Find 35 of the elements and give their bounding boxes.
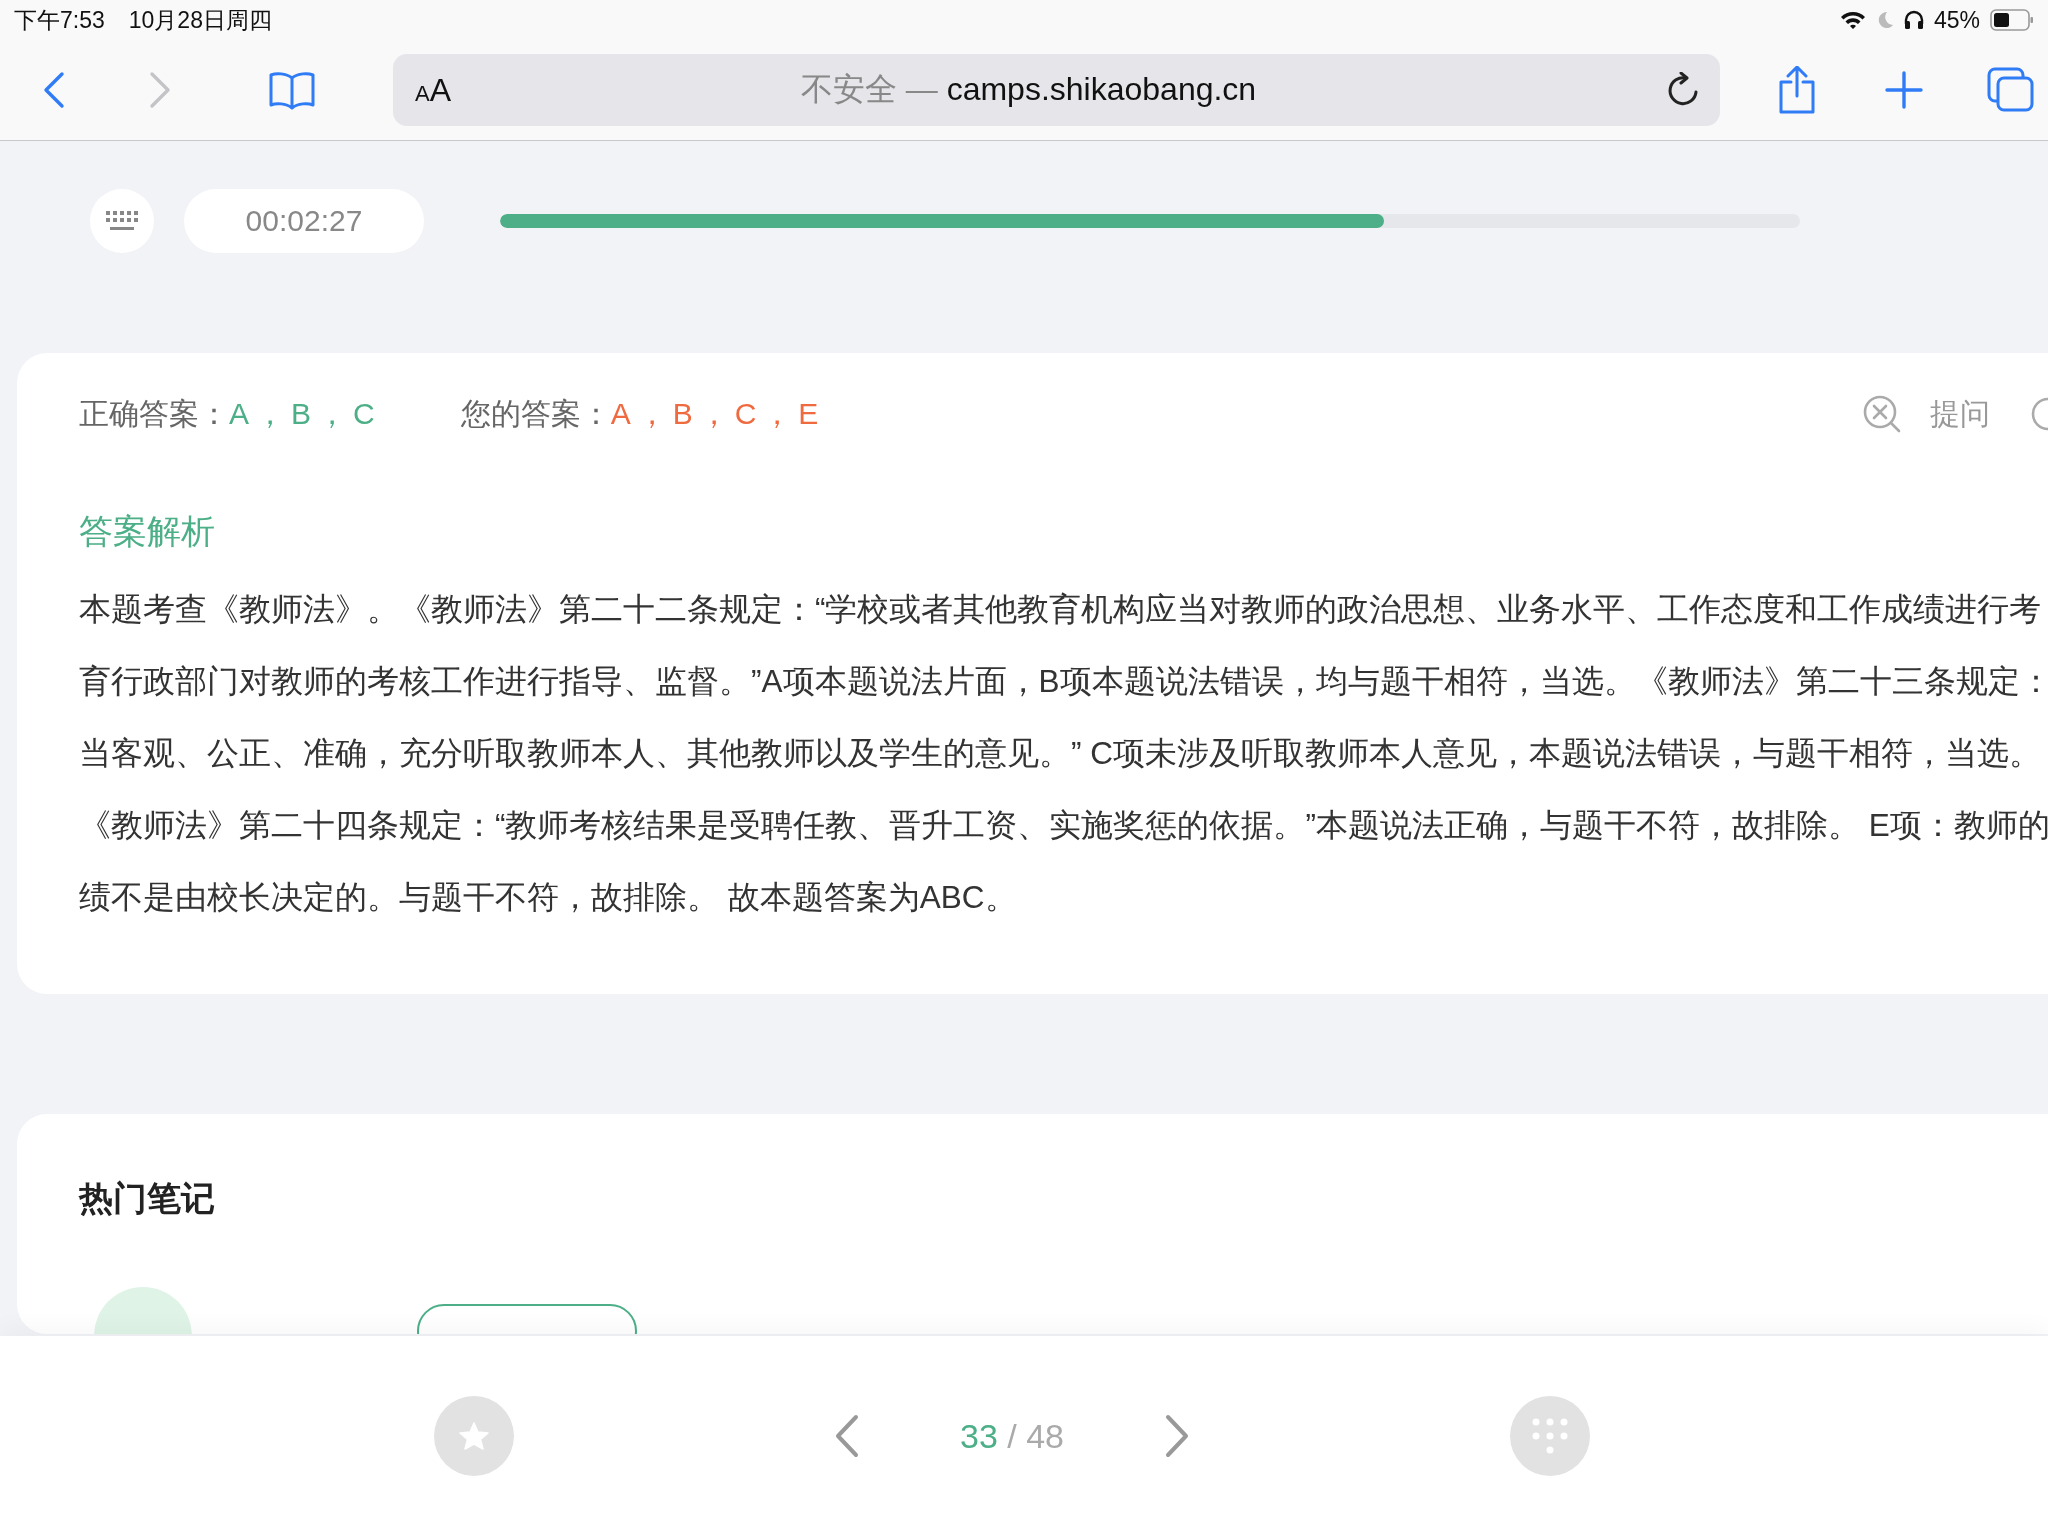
star-icon bbox=[459, 1421, 489, 1451]
share-button[interactable] bbox=[1777, 66, 1817, 114]
explanation-text: 当客观、公正、准确，充分听取教师本人、其他教师以及学生的意见。” C项未涉及听取教师本人意见，本题说法错误，与题干相符，当选。 bbox=[79, 734, 2042, 773]
explanation-text: 本题考查《教师法》。《教师法》第二十二条规定：“学校或者其他教育机构应当对教师的政治思想、业务水平、工作态度和工作成绩进行考 bbox=[79, 590, 2043, 629]
battery-percent: 45% bbox=[1933, 6, 1980, 34]
keyboard-icon bbox=[105, 210, 139, 232]
address-bar[interactable]: AA 不安全 — camps.shikaobang.cn bbox=[393, 54, 1720, 126]
tabs-button[interactable] bbox=[1987, 67, 2035, 113]
explanation-title: 答案解析 bbox=[79, 511, 216, 552]
previous-button[interactable] bbox=[834, 1414, 860, 1458]
page-counter: 33 / 48 bbox=[959, 1416, 1065, 1456]
correct-answer-label: 正确答案： bbox=[79, 395, 229, 432]
battery-icon bbox=[1990, 9, 2034, 31]
your-answer-label: 您的答案： bbox=[460, 395, 611, 432]
your-answer: A，B，C，E bbox=[610, 395, 825, 432]
text-size-button[interactable]: AA bbox=[413, 71, 452, 109]
url-text: 不安全 — camps.shikaobang.cn bbox=[800, 70, 1258, 109]
correct-answer: A，B，C bbox=[229, 395, 381, 432]
next-button[interactable] bbox=[1164, 1414, 1190, 1458]
dots-grid-icon bbox=[1532, 1418, 1568, 1454]
notes-title: 热门笔记 bbox=[79, 1178, 216, 1219]
wifi-icon bbox=[1839, 10, 1866, 30]
reload-icon[interactable] bbox=[1666, 72, 1700, 108]
status-date: 10月28日周四 bbox=[128, 5, 272, 35]
headphones-icon bbox=[1903, 10, 1924, 30]
forward-button[interactable] bbox=[148, 70, 172, 110]
timer: 00:02:27 bbox=[184, 189, 424, 253]
new-tab-button[interactable] bbox=[1885, 71, 1923, 109]
back-button[interactable] bbox=[42, 70, 66, 110]
bookmarks-button[interactable] bbox=[268, 70, 316, 110]
explanation-text: 《教师法》第二十四条规定：“教师考核结果是受聘任教、晋升工资、实施奖惩的依据。”本题说法正确，与题干不符，故排除。 E项：教师的 bbox=[79, 806, 2048, 845]
explanation-text: 育行政部门对教师的考核工作进行指导、监督。”A项本题说法片面，B项本题说法错误，均与题干相符，当选。《教师法》第二十三条规定： bbox=[79, 662, 2048, 701]
status-time: 下午7:53 bbox=[14, 5, 105, 35]
close-circle-icon[interactable] bbox=[1862, 394, 1902, 434]
explanation-text: 绩不是由校长决定的。与题干不符，故排除。 故本题答案为ABC。 bbox=[79, 878, 1018, 917]
